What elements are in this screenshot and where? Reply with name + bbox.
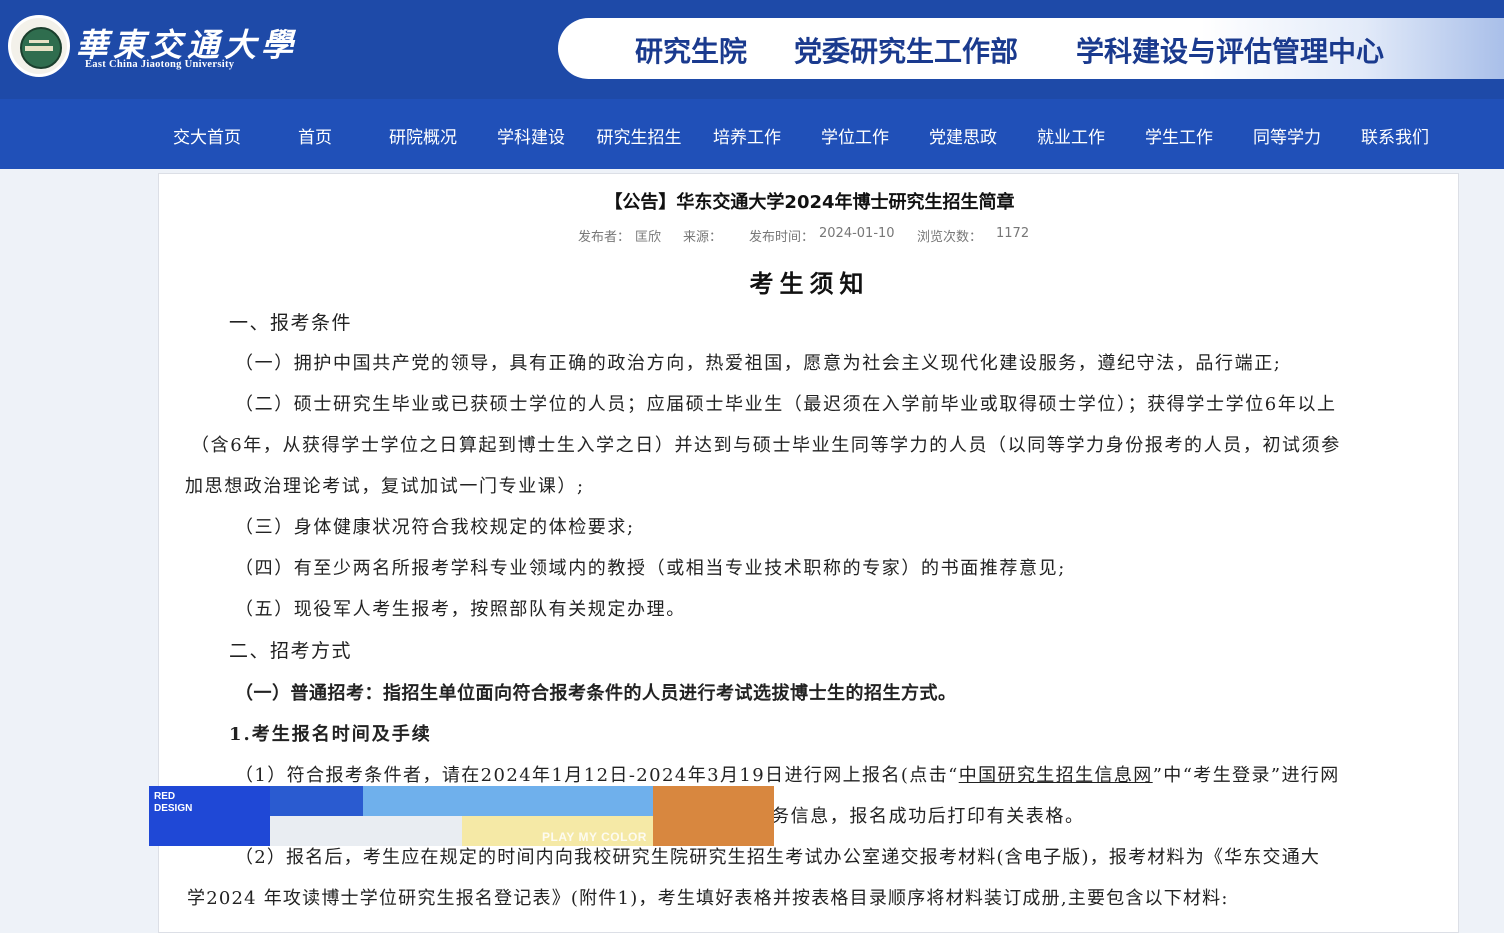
university-seal-logo[interactable] [8,15,70,77]
nav-item-employment[interactable]: 就业工作 [1017,123,1125,148]
seal-rail-icon [29,40,49,43]
condition-2-line2: （含6年，从获得学士学位之日算起到博士生入学之日）并达到与硕士毕业生同等学力的人… [191,435,1341,456]
article-title: 【公告】华东交通大学2024年博士研究生招生简章 [604,192,1015,213]
notice-title: 考生须知 [749,270,870,298]
nav-item-jiaoda-home[interactable]: 交大首页 [153,123,261,148]
swatch-red-design: RED DESIGN [149,786,270,846]
nav-item-party[interactable]: 党建思政 [909,123,1017,148]
banner-party-committee: 党委研究生工作部 [794,35,1019,68]
swatch-blue [270,786,363,816]
registration-step-1-tail: ”中“考生登录”进行网 [1152,765,1340,786]
nav-item-degree[interactable]: 学位工作 [801,123,909,148]
registration-step-1: （1）符合报考条件者，请在2024年1月12日-2024年3月19日进行网上报名… [235,761,1340,787]
condition-2-line3: 加思想政治理论考试，复试加试一门专业课）; [185,476,585,497]
condition-5: （五）现役军人考生报考，按照部队有关规定办理。 [235,599,686,620]
registration-step-1-text: （1）符合报考条件者，请在2024年1月12日-2024年3月19日进行网上报名… [235,765,959,786]
nav-item-equivalent[interactable]: 同等学力 [1233,123,1341,148]
swatch-orange [653,786,774,846]
swatch-light-blue [363,786,653,816]
nav-item-overview[interactable]: 研院概况 [369,123,477,148]
condition-2-line1: （二）硕士研究生毕业或已获硕士学位的人员；应届硕士毕业生（最迟须在入学前毕业或取… [235,394,1337,415]
banner-graduate-school: 研究生院 [635,35,748,68]
department-banner: 研究生院 党委研究生工作部 学科建设与评估管理中心 [558,18,1504,79]
meta-views: 1172 [996,226,1030,241]
chsi-link[interactable]: 中国研究生招生信息网 [959,765,1153,786]
banner-discipline-center: 学科建设与评估管理中心 [1076,35,1385,68]
university-name-en: East China Jiaotong University [85,59,235,70]
swatch-light-gray [270,816,462,846]
overlay-label-line2: DESIGN [154,803,193,814]
method-general: （一）普通招考：指招生单位面向符合报考条件的人员进行考试选拔博士生的招生方式。 [235,683,957,704]
registration-step-2-line2: 学2024 年攻读博士学位研究生报名登记表》(附件1)，考生填好表格并按表格目录… [187,888,1229,909]
nav-item-discipline[interactable]: 学科建设 [477,123,585,148]
seal-rail-icon [25,46,53,51]
meta-source-label: 来源： [683,230,723,245]
registration-step-1-line2: 务信息，报名成功后打印有关表格。 [771,806,1085,827]
site-header: 華東交通大學 East China Jiaotong University 研究… [0,0,1504,99]
meta-publisher: 匡欣 [635,230,662,245]
swatch-pale-yellow: PLAY MY COLOR [462,816,653,846]
overlay-label-line1: RED [154,791,176,802]
main-nav: 交大首页 首页 研院概况 学科建设 研究生招生 培养工作 学位工作 党建思政 就… [0,99,1504,169]
nav-item-training[interactable]: 培养工作 [693,123,801,148]
meta-views-label: 浏览次数： [917,230,983,245]
section-heading-methods: 二、招考方式 [229,640,353,662]
nav-item-home[interactable]: 首页 [261,123,369,148]
nav-item-student[interactable]: 学生工作 [1125,123,1233,148]
condition-3: （三）身体健康状况符合我校规定的体检要求; [235,517,635,538]
meta-date-label: 发布时间： [749,230,815,245]
section-heading-conditions: 一、报考条件 [229,312,353,334]
meta-publisher-label: 发布者： [578,230,631,245]
nav-item-admissions[interactable]: 研究生招生 [585,123,693,148]
overlay-caption: PLAY MY COLOR [542,830,647,844]
nav-item-contact[interactable]: 联系我们 [1341,123,1449,148]
registration-step-2-line1: （2）报名后，考生应在规定的时间内向我校研究生院研究生招生考试办公室递交报考材料… [235,847,1321,868]
meta-date: 2024-01-10 [819,226,895,241]
condition-4: （四）有至少两名所报考学科专业领域内的教授（或相当专业技术职称的专家）的书面推荐… [235,558,1066,579]
subsection-registration: 1.考生报名时间及手续 [229,724,432,745]
condition-1: （一）拥护中国共产党的领导，具有正确的政治方向，热爱祖国，愿意为社会主义现代化建… [235,353,1282,374]
